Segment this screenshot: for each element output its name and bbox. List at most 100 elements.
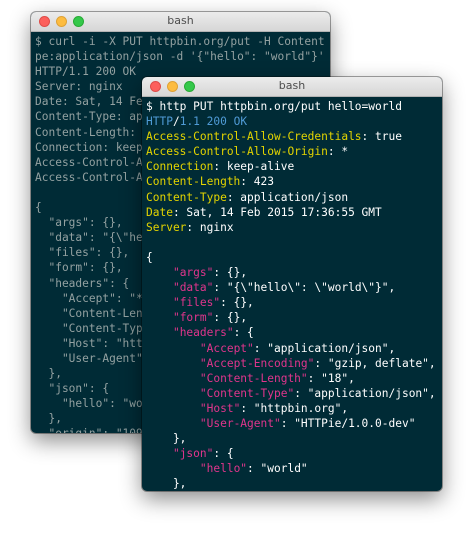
back-line-text: "form": {}, — [35, 261, 123, 275]
back-line-text: }, — [35, 367, 62, 381]
terminal-text: : { — [233, 326, 254, 340]
front-terminal-window[interactable]: bash $ http PUT httpbin.org/put hello=wo… — [142, 77, 442, 491]
back-terminal-line: pe:application/json -d '{"hello": "world… — [35, 49, 326, 64]
back-line-text: $ curl -i -X PUT httpbin.org/put -H Cont… — [35, 35, 326, 48]
front-terminal-line: Content-Length: 423 — [146, 174, 438, 189]
back-line-text: "data": "{\"hell — [35, 231, 157, 245]
back-line-text: Connection: keep- — [35, 140, 150, 154]
terminal-text: 200 — [199, 115, 234, 129]
back-line-text: "files": {}, — [35, 246, 130, 260]
json-key: "Accept-Encoding" — [199, 356, 315, 370]
back-line-text: Date: Sat, 14 Feb — [35, 95, 150, 109]
front-title-bar[interactable]: bash — [142, 77, 442, 97]
back-line-text: Content-Type: app — [35, 110, 150, 124]
back-line-text: "origin": "109. — [35, 427, 149, 433]
back-line-text: "User-Agent": — [35, 351, 150, 365]
terminal-text: { — [146, 250, 153, 264]
header-name: Content-Type — [146, 190, 227, 204]
back-line-text: "args": {}, — [35, 216, 123, 230]
back-line-text: Access-Control-All — [35, 170, 157, 184]
back-window-title: bash — [167, 14, 194, 27]
terminal-text: 1.1 — [179, 115, 200, 129]
back-line-text: "Content-Type — [35, 321, 150, 335]
back-line-text: "hello": "wor — [35, 397, 150, 411]
back-line-text: pe:application/json -d '{"hello": "world… — [35, 50, 325, 64]
front-terminal-line: "Accept": "application/json", — [146, 341, 438, 356]
front-terminal-line: "data": "{\"hello\": \"world\"}", — [146, 280, 438, 295]
json-key: "headers" — [172, 326, 234, 340]
json-key: "json" — [172, 447, 214, 461]
terminal-text: : "application/json", — [294, 386, 436, 400]
json-key: "files" — [172, 296, 221, 310]
terminal-text: : "httpbin.org", — [240, 401, 349, 415]
front-terminal-line: { — [146, 250, 438, 265]
front-terminal-line: HTTP/1.1 200 OK — [146, 114, 438, 129]
terminal-text: : keep-alive — [213, 160, 295, 174]
front-terminal-line: Connection: keep-alive — [146, 159, 438, 174]
terminal-text: : {}, — [213, 311, 248, 325]
terminal-text: : Sat, 14 Feb 2015 17:36:55 GMT — [172, 205, 382, 219]
terminal-text: : "world" — [247, 462, 308, 476]
front-terminal-line: Access-Control-Allow-Origin: * — [146, 144, 438, 159]
terminal-text: : nginx — [186, 220, 234, 234]
terminal-text: : 423 — [240, 175, 274, 189]
json-key: "hello" — [199, 462, 248, 476]
back-line-text: "Host": "http — [35, 336, 150, 350]
terminal-text: : { — [213, 447, 234, 461]
front-terminal-line: "files": {}, — [146, 295, 438, 310]
terminal-text: : "18", — [307, 371, 355, 385]
header-name: Content-Length — [146, 175, 241, 189]
front-terminal-line: "User-Agent": "HTTPie/1.0.0-dev" — [146, 416, 438, 431]
back-line-text: "Accept": "*/ — [35, 291, 150, 305]
terminal-text: : "gzip, deflate", — [314, 356, 436, 370]
terminal-text: OK — [233, 115, 248, 129]
header-name: Access-Control-Allow-Origin — [146, 145, 328, 159]
front-terminal-line: "Content-Length": "18", — [146, 371, 438, 386]
terminal-text: : "{\"hello\": \"world\"}", — [213, 281, 396, 295]
json-key: "Content-Length" — [199, 371, 308, 385]
back-line-text: Server: nginx — [35, 80, 123, 94]
front-terminal-line: }, — [146, 476, 438, 491]
header-name: Date — [146, 205, 173, 219]
terminal-text: : {}, — [213, 266, 248, 280]
terminal-text: / — [172, 115, 180, 129]
terminal-text: : true — [361, 130, 402, 144]
front-terminal-output[interactable]: $ http PUT httpbin.org/put hello=world HT… — [142, 97, 442, 491]
front-terminal-line: Date: Sat, 14 Feb 2015 17:36:55 GMT — [146, 205, 438, 220]
json-key: "User-Agent" — [199, 416, 281, 430]
front-terminal-line: Access-Control-Allow-Credentials: true — [146, 129, 438, 144]
back-title-bar[interactable]: bash — [31, 12, 330, 32]
front-terminal-line: "Accept-Encoding": "gzip, deflate", — [146, 356, 438, 371]
front-terminal-line: $ http PUT httpbin.org/put hello=world — [146, 99, 438, 114]
back-line-text: "headers": { — [35, 276, 130, 290]
terminal-text: : "HTTPie/1.0.0-dev" — [280, 416, 416, 430]
front-terminal-line: "json": { — [146, 446, 438, 461]
front-terminal-line: }, — [146, 431, 438, 446]
json-key: "args" — [172, 266, 214, 280]
front-terminal-line: "headers": { — [146, 325, 438, 340]
header-name: Connection — [146, 160, 214, 174]
front-terminal-line: "args": {}, — [146, 265, 438, 280]
back-terminal-line: $ curl -i -X PUT httpbin.org/put -H Cont… — [35, 34, 326, 49]
back-line-text: "json": { — [35, 382, 110, 396]
back-line-text: "Content-Leng — [35, 306, 150, 320]
terminal-text: : application/json — [226, 190, 349, 204]
json-key: "Accept" — [199, 341, 254, 355]
terminal-text: : {}, — [220, 296, 254, 310]
terminal-text: : * — [327, 145, 349, 159]
back-line-text: }, — [35, 412, 62, 426]
front-terminal-line: "Host": "httpbin.org", — [146, 401, 438, 416]
json-key: "form" — [172, 311, 214, 325]
json-key: "Host" — [199, 401, 241, 415]
